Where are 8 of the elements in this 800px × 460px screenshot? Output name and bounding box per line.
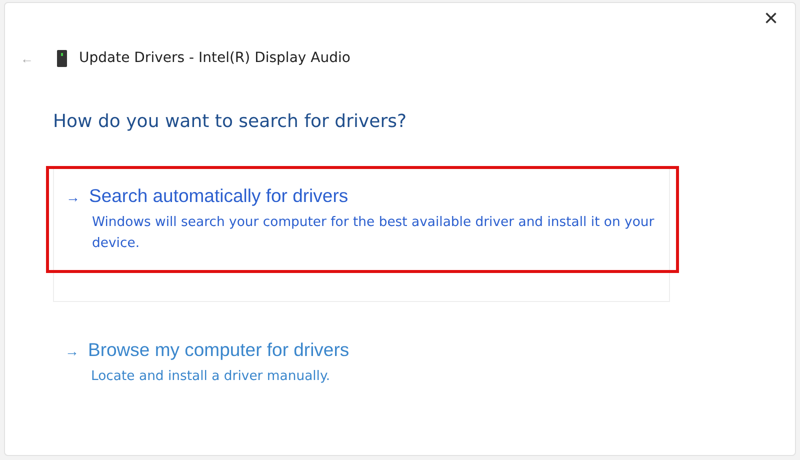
option-description: Locate and install a driver manually. <box>91 368 332 386</box>
option-description: Windows will search your computer for the best available driver and install it on your device. <box>92 214 656 253</box>
option-link[interactable]: → Search automatically for drivers <box>66 185 348 207</box>
option-link[interactable]: → Browse my computer for drivers <box>65 339 350 361</box>
window-title: Update Drivers - Intel(R) Display Audio <box>79 50 350 66</box>
page-heading: How do you want to search for drivers? <box>53 111 408 132</box>
close-button[interactable]: × <box>755 5 787 33</box>
device-icon <box>57 50 67 66</box>
